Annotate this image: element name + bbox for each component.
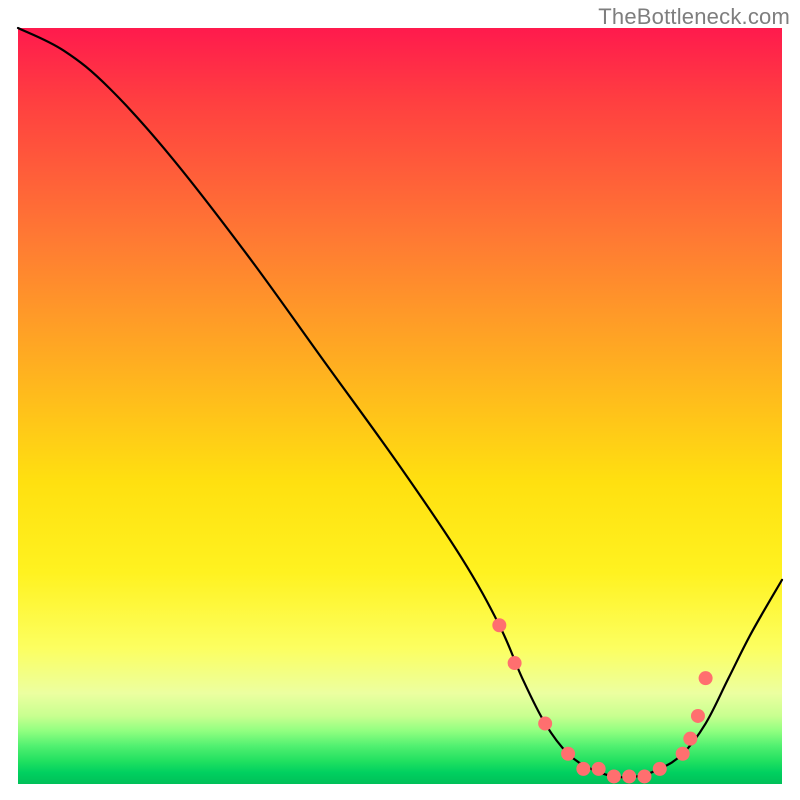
plot-area: [18, 28, 782, 784]
curve-marker: [561, 747, 575, 761]
curve-marker: [676, 747, 690, 761]
curve-marker: [538, 717, 552, 731]
chart-svg: [18, 28, 782, 784]
chart-canvas: TheBottleneck.com: [0, 0, 800, 800]
curve-marker: [683, 732, 697, 746]
curve-marker: [699, 671, 713, 685]
curve-marker: [508, 656, 522, 670]
curve-marker: [492, 618, 506, 632]
bottleneck-curve: [18, 28, 782, 777]
curve-marker: [607, 769, 621, 783]
curve-marker: [691, 709, 705, 723]
curve-marker: [653, 762, 667, 776]
watermark-text: TheBottleneck.com: [598, 4, 790, 30]
curve-marker: [622, 769, 636, 783]
curve-marker: [637, 769, 651, 783]
curve-marker: [592, 762, 606, 776]
marker-group: [492, 618, 712, 783]
curve-marker: [576, 762, 590, 776]
